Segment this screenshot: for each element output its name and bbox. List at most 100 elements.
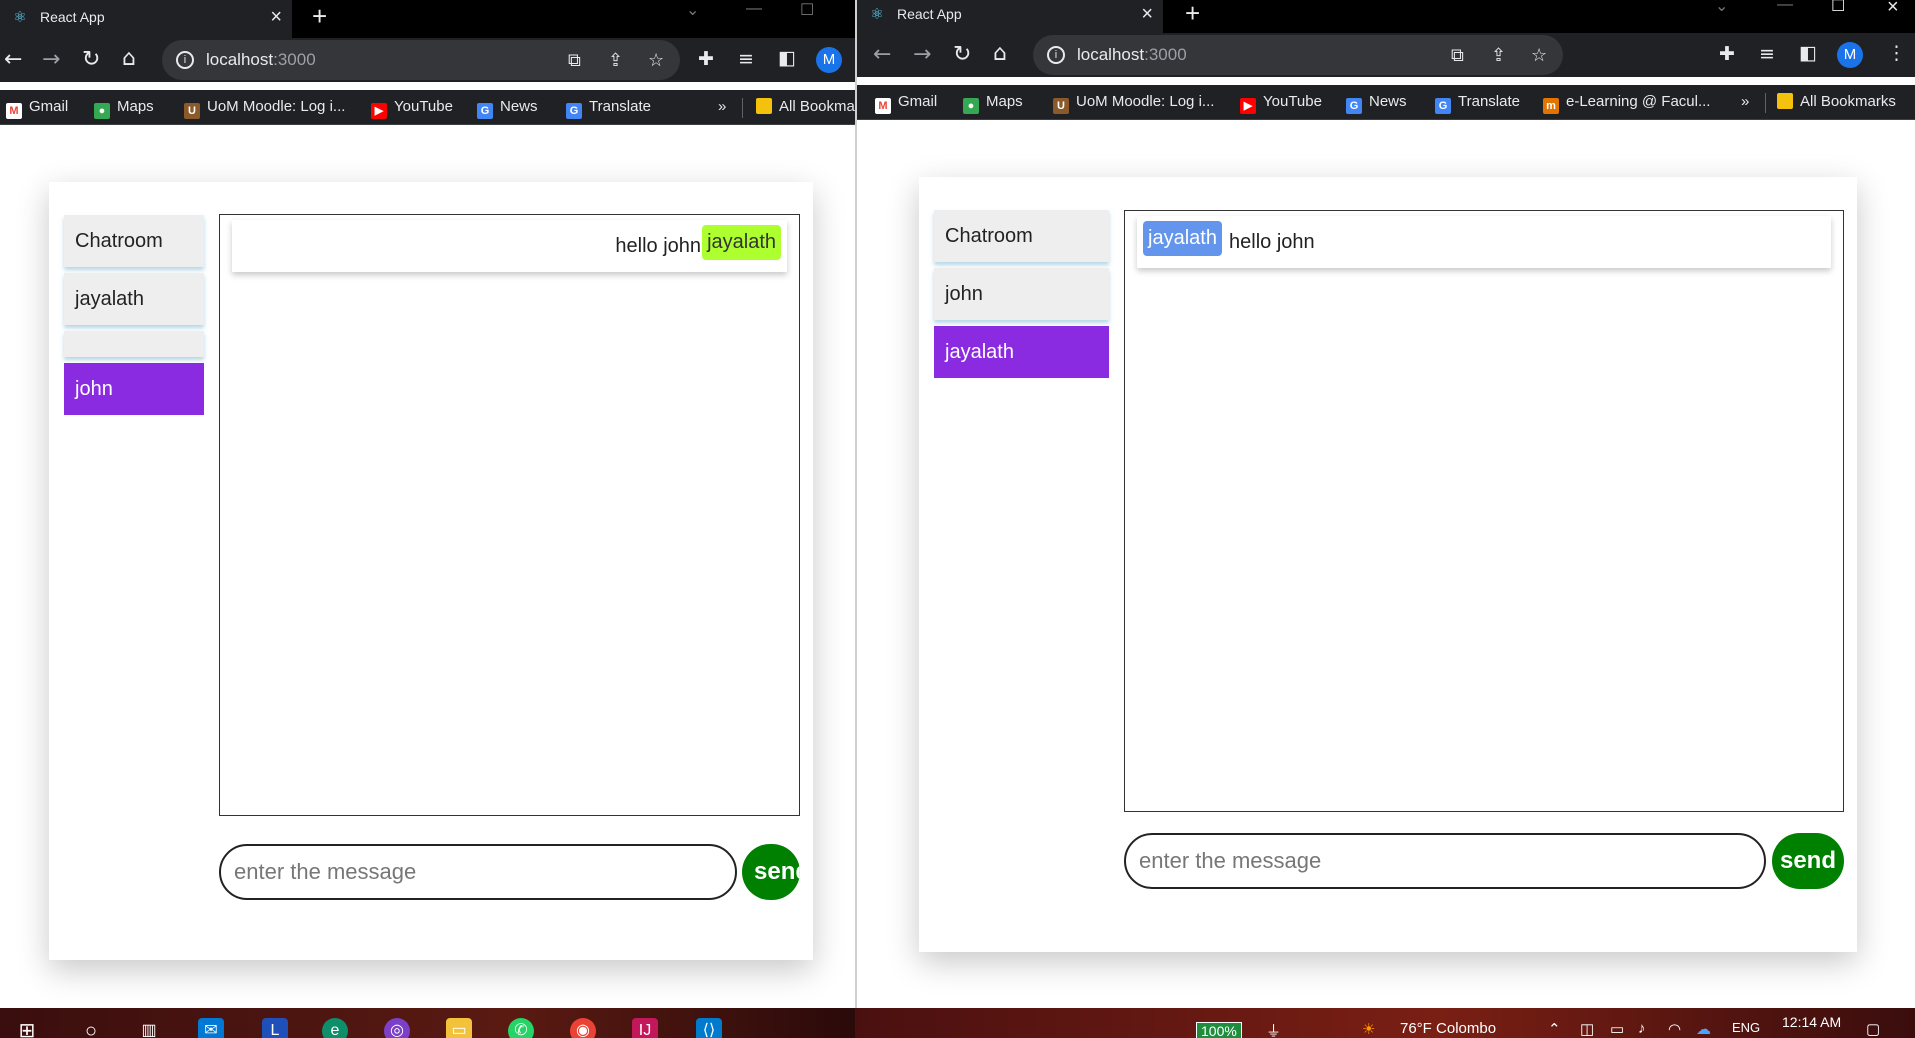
minimize-icon[interactable]: — bbox=[1777, 0, 1793, 14]
user-item-john[interactable]: john bbox=[934, 268, 1109, 320]
reload-icon[interactable]: ↻ bbox=[82, 48, 100, 72]
side-panel-icon[interactable]: ◧ bbox=[1799, 42, 1817, 64]
all-bookmarks[interactable]: All Bookma bbox=[756, 98, 855, 115]
app-l-icon[interactable]: L bbox=[262, 1018, 288, 1038]
home-icon[interactable]: ⌂ bbox=[122, 47, 136, 71]
message-input[interactable] bbox=[1124, 833, 1766, 889]
weather-text[interactable]: 76°F Colombo bbox=[1400, 1020, 1496, 1037]
site-info-icon[interactable]: i bbox=[176, 51, 194, 69]
site-info-icon[interactable]: i bbox=[1047, 46, 1065, 64]
bookmark-uom-moodle[interactable]: U UoM Moodle: Log i... bbox=[184, 98, 345, 119]
user-item-john[interactable]: john bbox=[64, 363, 204, 415]
whatsapp-icon[interactable]: ✆ bbox=[508, 1018, 534, 1038]
new-tab-icon[interactable]: + bbox=[1185, 0, 1200, 29]
windows-start-icon[interactable]: ⊞ bbox=[14, 1018, 40, 1038]
network-icon[interactable]: ◫ bbox=[1580, 1020, 1594, 1038]
home-icon[interactable]: ⌂ bbox=[993, 42, 1007, 66]
chrome-icon[interactable]: ◉ bbox=[570, 1018, 596, 1038]
address-bar[interactable]: i localhost:3000 ⧉ ⇪ ☆ bbox=[162, 40, 680, 80]
bookmark-maps[interactable]: ● Maps bbox=[94, 98, 154, 119]
file-explorer-icon[interactable]: ▭ bbox=[446, 1018, 472, 1038]
bookmark-youtube[interactable]: ▶ YouTube bbox=[1240, 93, 1322, 114]
reading-list-icon[interactable]: ≡ bbox=[1759, 43, 1775, 65]
language-indicator[interactable]: ENG bbox=[1732, 1020, 1760, 1035]
user-item-jayalath[interactable]: jayalath bbox=[934, 326, 1109, 378]
profile-avatar[interactable]: M bbox=[1837, 42, 1863, 68]
side-panel-icon[interactable]: ◧ bbox=[778, 47, 796, 69]
bookmark-gmail[interactable]: M Gmail bbox=[875, 93, 937, 114]
close-tab-icon[interactable]: × bbox=[1141, 3, 1153, 26]
cloud-icon[interactable]: ☁ bbox=[1696, 1020, 1711, 1038]
bookmark-star-icon[interactable]: ☆ bbox=[1531, 45, 1547, 66]
share-icon[interactable]: ⇪ bbox=[1491, 45, 1506, 66]
translate-icon: G bbox=[566, 103, 582, 119]
bookmarks-overflow-icon[interactable]: » bbox=[1741, 93, 1749, 110]
moodle-icon: U bbox=[1053, 98, 1069, 114]
all-bookmarks[interactable]: All Bookmarks bbox=[1777, 93, 1896, 110]
app-purple-icon[interactable]: ◎ bbox=[384, 1018, 410, 1038]
open-in-app-icon[interactable]: ⧉ bbox=[568, 50, 581, 71]
compose-row: send bbox=[219, 844, 800, 900]
news-icon: G bbox=[477, 103, 493, 119]
back-icon[interactable]: ← bbox=[4, 48, 22, 72]
edge-icon[interactable]: e bbox=[322, 1018, 348, 1038]
wifi-icon[interactable]: ◠ bbox=[1668, 1020, 1681, 1038]
bookmark-youtube[interactable]: ▶ YouTube bbox=[371, 98, 453, 119]
user-item-chatroom[interactable]: Chatroom bbox=[64, 215, 204, 267]
share-icon[interactable]: ⇪ bbox=[608, 50, 623, 71]
bookmarks-overflow-icon[interactable]: » bbox=[718, 98, 726, 115]
bookmark-star-icon[interactable]: ☆ bbox=[648, 50, 664, 71]
page-content: Chatroom john jayalath jayalath hello jo… bbox=[857, 124, 1915, 1008]
minimize-icon[interactable]: — bbox=[746, 0, 762, 18]
battery-indicator[interactable]: 100% bbox=[1196, 1022, 1242, 1038]
send-button[interactable]: send bbox=[742, 844, 800, 900]
user-item-jayalath[interactable]: jayalath bbox=[64, 273, 204, 325]
address-bar[interactable]: i localhost:3000 ⧉ ⇪ ☆ bbox=[1033, 35, 1563, 75]
maximize-icon[interactable]: ☐ bbox=[800, 0, 814, 20]
profile-avatar[interactable]: M bbox=[816, 47, 842, 73]
tab-search-icon[interactable]: ⌄ bbox=[1715, 0, 1728, 16]
bookmark-gmail[interactable]: M Gmail bbox=[6, 98, 68, 119]
bookmark-news[interactable]: G News bbox=[477, 98, 538, 119]
bookmark-e-learning[interactable]: m e-Learning @ Facul... bbox=[1543, 93, 1710, 114]
chat-card: Chatroom john jayalath jayalath hello jo… bbox=[919, 177, 1857, 952]
tab-react-app[interactable]: ⚛ React App × bbox=[857, 0, 1163, 33]
task-view-icon[interactable]: ▥ bbox=[136, 1018, 162, 1038]
reload-icon[interactable]: ↻ bbox=[953, 43, 971, 67]
sender-badge: jayalath bbox=[1143, 221, 1222, 256]
extensions-icon[interactable]: ✚ bbox=[1719, 43, 1735, 65]
notification-icon[interactable]: ▢ bbox=[1866, 1020, 1880, 1038]
user-item-chatroom[interactable]: Chatroom bbox=[934, 210, 1109, 262]
tab-search-icon[interactable]: ⌄ bbox=[686, 0, 699, 20]
new-tab-icon[interactable]: + bbox=[312, 1, 327, 32]
message-input[interactable] bbox=[219, 844, 737, 900]
open-in-app-icon[interactable]: ⧉ bbox=[1451, 45, 1464, 66]
bookmark-maps[interactable]: ● Maps bbox=[963, 93, 1023, 114]
bookmark-translate[interactable]: G Translate bbox=[1435, 93, 1520, 114]
back-icon[interactable]: ← bbox=[873, 43, 891, 67]
close-tab-icon[interactable]: × bbox=[270, 6, 282, 29]
intellij-icon[interactable]: IJ bbox=[632, 1018, 658, 1038]
clock[interactable]: 12:14 AM bbox=[1782, 1014, 1841, 1030]
reading-list-icon[interactable]: ≡ bbox=[738, 48, 754, 70]
bookmark-uom-moodle[interactable]: U UoM Moodle: Log i... bbox=[1053, 93, 1214, 114]
close-window-icon[interactable]: × bbox=[1887, 0, 1899, 19]
chevron-up-icon[interactable]: ⌃ bbox=[1548, 1020, 1561, 1038]
send-button[interactable]: send bbox=[1772, 833, 1844, 889]
tab-react-app[interactable]: ⚛ React App × bbox=[0, 0, 292, 38]
bookmark-translate[interactable]: G Translate bbox=[566, 98, 651, 119]
volume-icon[interactable]: ♪ bbox=[1638, 1020, 1646, 1037]
forward-icon[interactable]: → bbox=[42, 48, 60, 72]
user-item-empty[interactable] bbox=[64, 331, 204, 357]
vscode-icon[interactable]: ⟨⟩ bbox=[696, 1018, 722, 1038]
forward-icon[interactable]: → bbox=[913, 43, 931, 67]
maximize-icon[interactable]: ☐ bbox=[1831, 0, 1845, 16]
extensions-icon[interactable]: ✚ bbox=[698, 48, 714, 70]
search-icon[interactable]: ○ bbox=[78, 1018, 104, 1038]
bookmark-news[interactable]: G News bbox=[1346, 93, 1407, 114]
menu-icon[interactable]: ⋮ bbox=[1887, 42, 1906, 64]
mail-icon[interactable]: ✉ bbox=[198, 1018, 224, 1038]
bookmarks-bar: M Gmail ● Maps U UoM Moodle: Log i... ▶ YouT… bbox=[0, 90, 855, 125]
toolbar: ← → ↻ ⌂ i localhost:3000 ⧉ ⇪ ☆ ✚ ≡ ◧ M ⋮ bbox=[857, 33, 1915, 77]
battery-icon[interactable]: ▭ bbox=[1610, 1020, 1624, 1038]
